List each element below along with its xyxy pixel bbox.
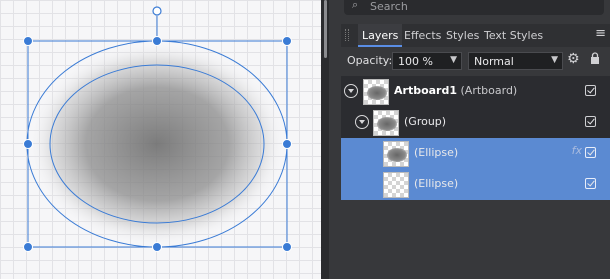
panel-menu-icon[interactable]: ≡ xyxy=(595,26,606,41)
layer-name: Artboard1 (Artboard) xyxy=(394,84,518,97)
layer-name: (Group) xyxy=(404,115,447,128)
scrollbar-thumb[interactable] xyxy=(324,0,327,58)
handle-bottom-right xyxy=(282,242,292,252)
canvas-drawing xyxy=(23,6,292,252)
tab-styles[interactable]: Styles xyxy=(442,24,483,47)
layer-thumbnail xyxy=(373,110,399,136)
expand-toggle-icon[interactable] xyxy=(355,115,369,129)
rotation-handle xyxy=(152,6,162,16)
lock-icon[interactable] xyxy=(590,52,600,64)
canvas-artboard[interactable] xyxy=(0,0,321,279)
visibility-checkbox[interactable] xyxy=(585,147,596,158)
search-box[interactable]: ⌕ Search xyxy=(344,0,604,15)
search-placeholder: Search xyxy=(370,0,408,13)
layer-thumbnail xyxy=(363,79,389,105)
layer-thumbnail xyxy=(383,141,409,167)
layer-options-bar: Opacity: 100 % ▼ Normal ▼ ⚙ xyxy=(341,48,610,75)
layer-thumbnail xyxy=(383,172,409,198)
handle-right xyxy=(282,139,292,149)
chevron-down-icon: ▼ xyxy=(551,55,558,65)
fx-icon[interactable]: fx xyxy=(572,144,582,157)
shadow-ellipse xyxy=(27,41,287,247)
layer-row-artboard[interactable]: Artboard1 (Artboard) xyxy=(341,76,610,107)
expand-toggle-icon[interactable] xyxy=(344,84,358,98)
layer-row-ellipse-1[interactable]: (Ellipse) fx xyxy=(341,138,610,169)
handle-top-right xyxy=(282,36,292,46)
handle-left xyxy=(23,139,33,149)
visibility-checkbox[interactable] xyxy=(585,85,596,96)
gear-icon[interactable]: ⚙ xyxy=(567,51,580,67)
visibility-checkbox[interactable] xyxy=(585,116,596,127)
panel-tabs: Layers Effects Styles Text Styles ≡ xyxy=(341,24,610,47)
blend-mode-select[interactable]: Normal ▼ xyxy=(468,52,563,70)
opacity-field[interactable]: 100 % ▼ xyxy=(392,52,462,70)
drag-grip-icon[interactable] xyxy=(345,29,349,41)
blend-mode-value: Normal xyxy=(474,55,514,68)
opacity-label: Opacity: xyxy=(347,54,393,67)
visibility-checkbox[interactable] xyxy=(585,178,596,189)
layer-name: (Ellipse) xyxy=(414,146,459,159)
handle-top-left xyxy=(23,36,33,46)
tab-effects[interactable]: Effects xyxy=(400,24,445,47)
layers-empty-area xyxy=(341,200,610,279)
handle-bottom-left xyxy=(23,242,33,252)
handle-bottom xyxy=(152,242,162,252)
layer-name: (Ellipse) xyxy=(414,177,459,190)
tab-layers[interactable]: Layers xyxy=(358,24,403,47)
opacity-value: 100 % xyxy=(398,55,433,68)
chevron-down-icon: ▼ xyxy=(450,55,457,65)
layer-row-group[interactable]: (Group) xyxy=(341,107,610,138)
handle-top xyxy=(152,36,162,46)
search-icon: ⌕ xyxy=(352,0,359,11)
tab-text-styles[interactable]: Text Styles xyxy=(480,24,547,47)
layer-row-ellipse-2[interactable]: (Ellipse) xyxy=(341,169,610,200)
